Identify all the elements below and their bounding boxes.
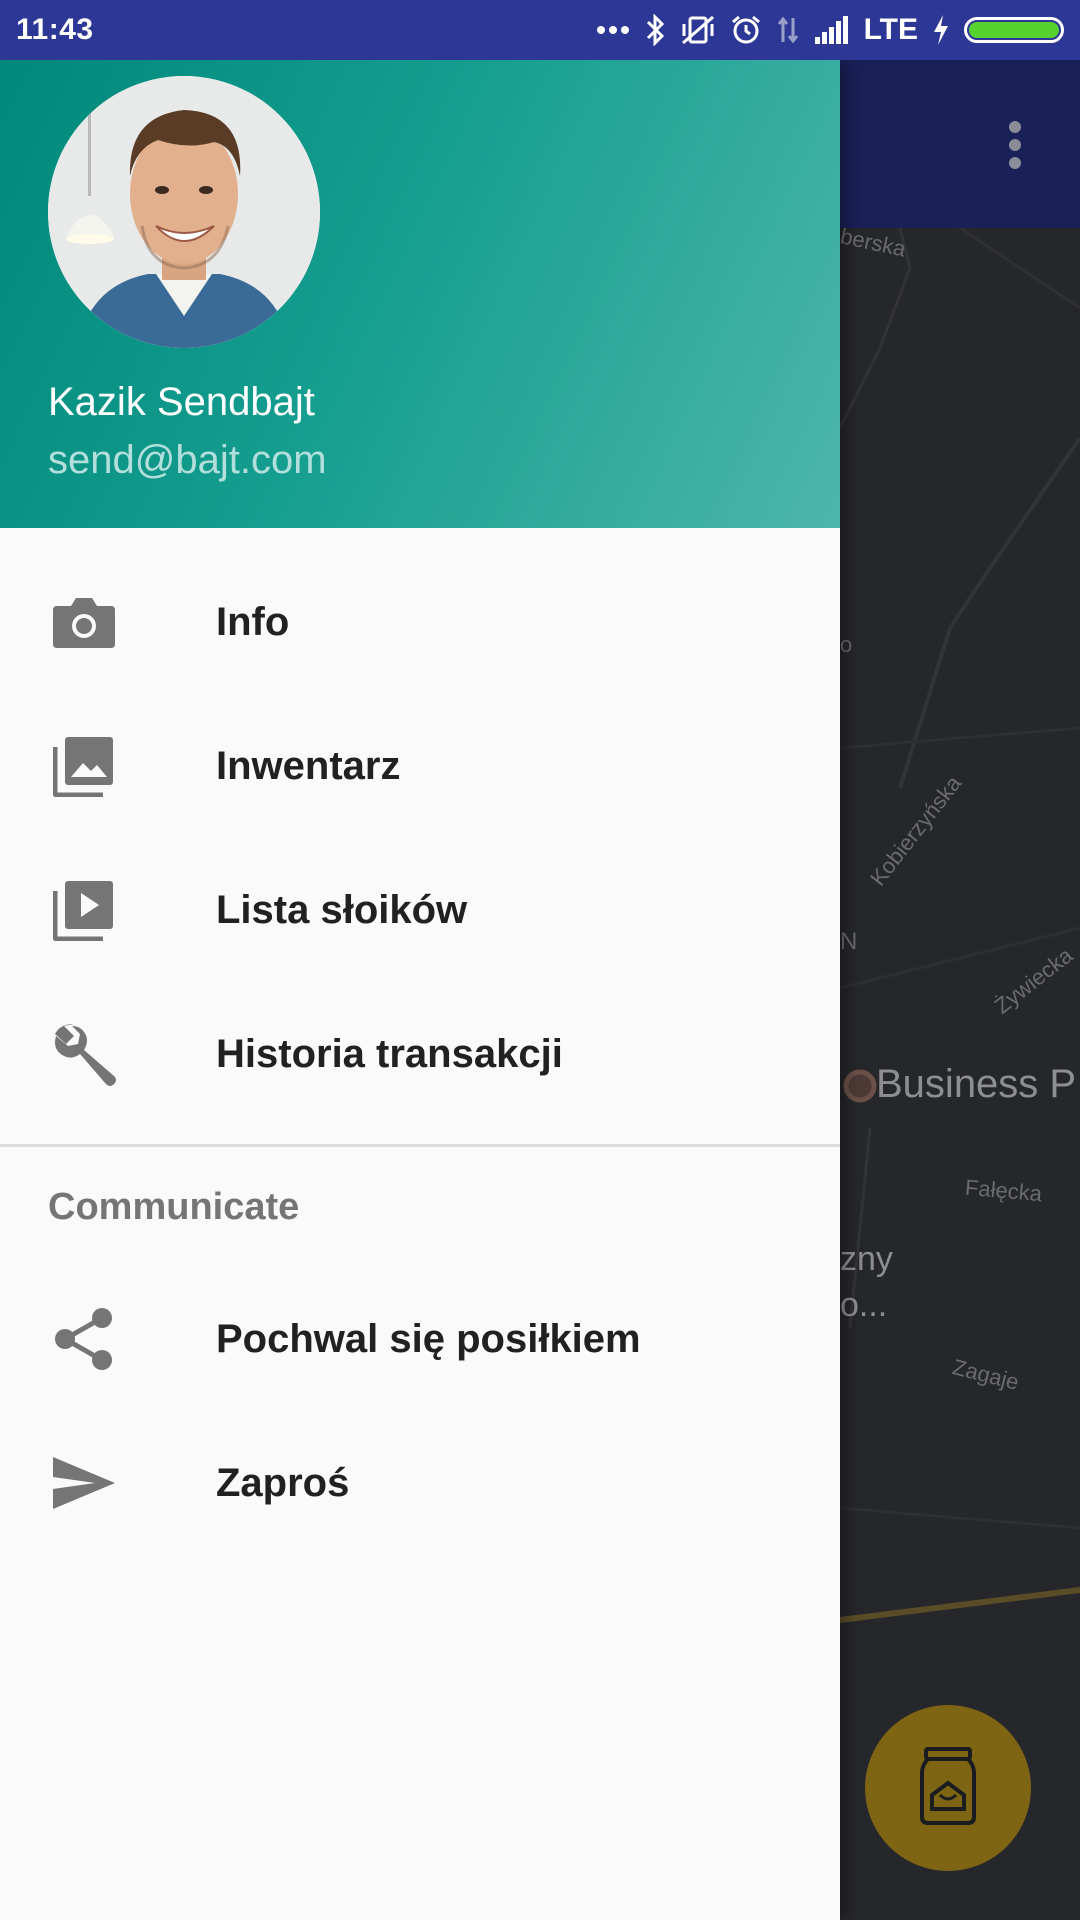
jar-fab-button[interactable] [865, 1705, 1031, 1871]
map-label: o [840, 632, 853, 657]
menu-item-historia-transakcji[interactable]: Historia transakcji [0, 982, 840, 1126]
overflow-menu-icon[interactable] [995, 115, 1035, 175]
camera-icon [48, 586, 120, 658]
share-icon [48, 1303, 120, 1375]
map-view[interactable]: berska Kobierzyńska Żywiecka N Business … [840, 228, 1080, 1920]
send-icon [48, 1447, 120, 1519]
map-label: o... [840, 1286, 888, 1324]
network-type: LTE [863, 13, 918, 46]
wrench-icon [48, 1018, 120, 1090]
battery-icon [964, 17, 1064, 43]
menu-item-label: Inwentarz [216, 743, 401, 788]
menu-item-label: Lista słoików [216, 887, 468, 932]
photo-library-icon [48, 730, 120, 802]
user-name: Kazik Sendbajt [48, 380, 315, 424]
bluetooth-icon [644, 14, 666, 46]
jar-icon [918, 1746, 978, 1830]
map-label: N [840, 928, 858, 955]
data-arrows-icon [776, 14, 800, 46]
map-label: zny [840, 1240, 893, 1278]
menu-item-info[interactable]: Info [0, 550, 840, 694]
user-email: send@bajt.com [48, 438, 327, 482]
navigation-drawer: Kazik Sendbajt send@bajt.com Info Inwent… [0, 60, 840, 1920]
menu-item-label: Historia transakcji [216, 1031, 563, 1076]
more-dots-icon [596, 25, 630, 35]
signal-icon [814, 15, 850, 45]
section-title: Communicate [48, 1185, 300, 1228]
menu-item-pochwal-sie[interactable]: Pochwal się posiłkiem [0, 1267, 840, 1411]
vibrate-off-icon [680, 14, 716, 46]
charging-icon [932, 14, 950, 46]
menu-item-zapros[interactable]: Zaproś [0, 1411, 840, 1555]
status-time: 11:43 [16, 13, 94, 46]
drawer-header: Kazik Sendbajt send@bajt.com [0, 60, 840, 528]
avatar[interactable] [48, 76, 320, 348]
drawer-menu: Info Inwentarz Lista słoików Historia tr… [0, 528, 840, 1555]
menu-item-lista-sloikow[interactable]: Lista słoików [0, 838, 840, 982]
app-bar [840, 60, 1080, 228]
menu-item-inwentarz[interactable]: Inwentarz [0, 694, 840, 838]
menu-item-label: Zaproś [216, 1460, 350, 1505]
map-label: Business P [876, 1062, 1077, 1106]
menu-item-label: Pochwal się posiłkiem [216, 1316, 641, 1361]
status-bar: 11:43 LTE [0, 0, 1080, 60]
menu-item-label: Info [216, 599, 290, 644]
video-library-icon [48, 874, 120, 946]
alarm-icon [730, 14, 762, 46]
